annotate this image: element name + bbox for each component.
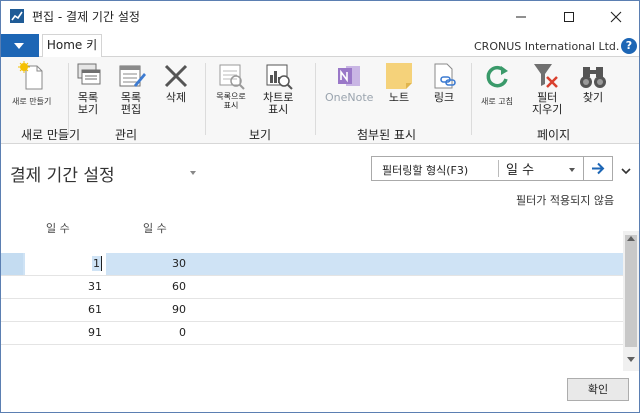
cell-days-2[interactable]: 30	[108, 253, 190, 275]
table-row[interactable]: 1 30	[1, 253, 624, 276]
delete-icon	[161, 61, 191, 91]
list-view-button[interactable]: 목록 보기	[73, 61, 103, 116]
group-label-manage: 관리	[115, 128, 138, 142]
show-as-list-button[interactable]: 목록으로 표시	[216, 61, 246, 110]
cell-days[interactable]: 1	[25, 253, 106, 275]
row-selector[interactable]	[1, 322, 23, 344]
group-label-new: 새로 만들기	[21, 128, 81, 142]
filter-field-select[interactable]: 일 수	[506, 159, 534, 178]
minimize-button[interactable]	[498, 1, 544, 32]
group-label-view: 보기	[249, 128, 272, 142]
chevron-down-icon[interactable]	[569, 168, 575, 172]
note-icon	[384, 61, 414, 91]
scroll-down-icon[interactable]	[627, 357, 635, 362]
ribbon: 새로 만들기 목록 보기 목록 편집 삭제 목록으로 표시 차트로 표시 One…	[1, 57, 639, 144]
list-edit-button[interactable]: 목록 편집	[116, 61, 146, 116]
find-button[interactable]: 찾기	[578, 61, 608, 104]
onenote-icon	[334, 61, 364, 91]
apply-filter-arrow-icon[interactable]	[588, 159, 608, 182]
filter-input[interactable]: 필터링할 형식(F3)	[382, 162, 468, 178]
data-grid: 1 30 31 60 61 90 91 0	[1, 253, 624, 345]
cell-days-2[interactable]: 60	[108, 276, 190, 298]
window-title: 편집 - 결제 기간 설정	[32, 10, 140, 24]
show-as-chart-button[interactable]: 차트로 표시	[263, 61, 293, 116]
ok-button[interactable]: 확인	[567, 378, 629, 401]
maximize-button[interactable]	[546, 1, 592, 32]
scrollbar-thumb[interactable]	[625, 235, 637, 347]
refresh-icon	[482, 61, 512, 91]
cell-days-2[interactable]: 0	[108, 322, 190, 344]
refresh-button[interactable]: 새로 고침	[481, 61, 513, 108]
app-icon	[10, 9, 24, 23]
collapse-chevron-icon[interactable]	[620, 162, 632, 181]
chevron-down-icon[interactable]	[190, 171, 196, 175]
delete-button[interactable]: 삭제	[161, 61, 191, 104]
find-icon	[578, 61, 608, 91]
ribbon-separator	[68, 63, 69, 135]
show-as-list-icon	[216, 61, 246, 91]
row-selector[interactable]	[1, 299, 23, 321]
group-label-page: 페이지	[537, 128, 571, 142]
row-selector[interactable]	[1, 276, 23, 298]
cell-days[interactable]: 91	[25, 322, 106, 344]
cell-days[interactable]: 61	[25, 299, 106, 321]
group-label-attachments: 첨부된 표시	[357, 128, 417, 142]
link-button[interactable]: 링크	[429, 61, 459, 104]
column-header-days[interactable]: 일 수	[46, 220, 70, 236]
vertical-scrollbar[interactable]	[623, 231, 639, 371]
new-document-icon	[17, 61, 47, 91]
show-as-chart-icon	[263, 61, 293, 91]
close-button[interactable]	[593, 1, 639, 32]
row-selector[interactable]	[1, 253, 23, 275]
title-bar: 편집 - 결제 기간 설정	[1, 1, 639, 32]
page-title: 결제 기간 설정	[10, 166, 115, 186]
onenote-button[interactable]: OneNote	[325, 61, 373, 104]
column-header-days-2[interactable]: 일 수	[143, 220, 167, 236]
table-row[interactable]: 31 60	[1, 276, 624, 299]
tab-home[interactable]: Home 키	[42, 34, 102, 58]
link-icon	[429, 61, 459, 91]
scroll-up-icon[interactable]	[627, 236, 635, 241]
ribbon-separator	[205, 63, 206, 135]
company-name: CRONUS International Ltd.	[474, 40, 620, 53]
list-view-icon	[73, 61, 103, 91]
new-button[interactable]: 새로 만들기	[12, 61, 51, 108]
list-edit-icon	[116, 61, 146, 91]
note-button[interactable]: 노트	[384, 61, 414, 104]
no-filter-text: 필터가 적용되지 않음	[516, 194, 615, 207]
filter-box: 필터링할 형식(F3) 일 수	[371, 156, 613, 181]
table-row[interactable]: 61 90	[1, 299, 624, 322]
file-menu-button[interactable]	[1, 34, 39, 57]
ribbon-separator	[315, 63, 316, 135]
ribbon-tab-row: Home 키 CRONUS International Ltd. ?	[1, 32, 639, 58]
cell-days[interactable]: 31	[25, 276, 106, 298]
clear-filter-button[interactable]: 필터 지우기	[532, 61, 562, 116]
cell-days-2[interactable]: 90	[108, 299, 190, 321]
help-icon[interactable]: ?	[621, 38, 637, 54]
ribbon-separator	[471, 63, 472, 135]
table-row[interactable]: 91 0	[1, 322, 624, 345]
clear-filter-icon	[532, 61, 562, 91]
edit-window: 편집 - 결제 기간 설정 Home 키 CRONUS Internationa…	[0, 0, 640, 413]
